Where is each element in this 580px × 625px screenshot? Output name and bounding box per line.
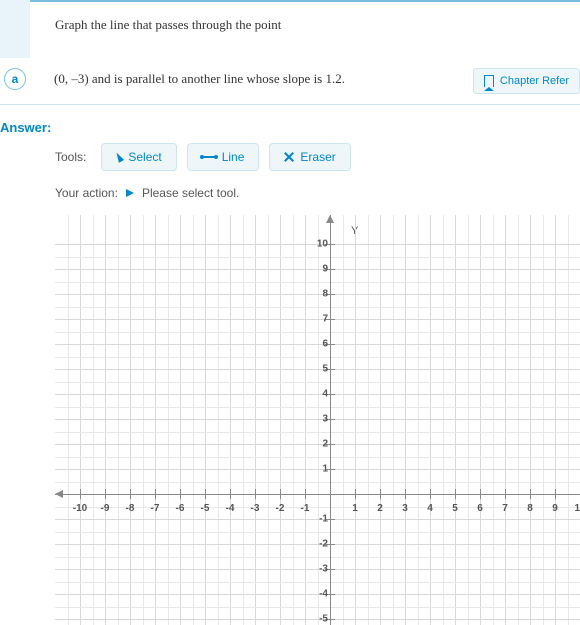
- x-tick-label: -10: [73, 503, 87, 514]
- x-tick-label: -2: [276, 503, 285, 514]
- y-tick-label: 7: [313, 314, 328, 325]
- x-tick-label: 10: [574, 503, 580, 514]
- eraser-tool-button[interactable]: Eraser: [269, 143, 350, 171]
- y-tick-label: -2: [313, 539, 328, 550]
- bookmark-icon: [484, 75, 494, 87]
- line-tool-label: Line: [222, 150, 245, 164]
- action-text: Please select tool.: [142, 186, 239, 200]
- x-tick-label: 8: [527, 503, 533, 514]
- x-tick-label: -8: [126, 503, 135, 514]
- x-tick-label: -6: [176, 503, 185, 514]
- y-tick-label: 6: [313, 339, 328, 350]
- x-tick-label: -5: [201, 503, 210, 514]
- y-tick-label: 5: [313, 364, 328, 375]
- x-tick-label: 7: [502, 503, 508, 514]
- action-row: Your action: Please select tool.: [0, 181, 580, 215]
- chapter-reference-label: Chapter Refer: [500, 75, 569, 87]
- x-tick-label: -4: [226, 503, 235, 514]
- select-tool-label: Select: [128, 150, 161, 164]
- x-tick-label: 5: [452, 503, 458, 514]
- x-tick-label: -9: [101, 503, 110, 514]
- y-tick-label: 1: [313, 464, 328, 475]
- y-tick-label: 9: [313, 264, 328, 275]
- y-tick-label: -4: [313, 589, 328, 600]
- x-tick-label: -3: [251, 503, 260, 514]
- x-tick-label: 1: [352, 503, 358, 514]
- y-tick-label: -3: [313, 564, 328, 575]
- x-tick-label: 9: [552, 503, 558, 514]
- x-tick-label: 3: [402, 503, 408, 514]
- y-tick-label: -5: [313, 614, 328, 625]
- x-tick-label: -1: [301, 503, 310, 514]
- y-tick-label: 8: [313, 289, 328, 300]
- x-tick-label: 6: [477, 503, 483, 514]
- x-tick-label: -7: [151, 503, 160, 514]
- coordinate-grid[interactable]: Y -10-9-8-7-6-5-4-3-2-112345678910-5-4-3…: [55, 215, 580, 625]
- y-tick-label: 3: [313, 414, 328, 425]
- x-icon: [284, 152, 294, 162]
- action-label: Your action:: [55, 186, 118, 200]
- y-tick-label: 10: [313, 239, 328, 250]
- x-tick-label: 2: [377, 503, 383, 514]
- y-tick-label: 4: [313, 389, 328, 400]
- part-text: (0, –3) and is parallel to another line …: [54, 68, 473, 87]
- part-letter: a: [4, 68, 26, 90]
- cursor-icon: [114, 151, 124, 163]
- eraser-tool-label: Eraser: [300, 150, 335, 164]
- tools-label: Tools:: [55, 150, 86, 164]
- problem-instruction: Graph the line that passes through the p…: [30, 2, 580, 58]
- chapter-reference-button[interactable]: Chapter Refer: [473, 68, 580, 94]
- tools-row: Tools: Select Line Eraser: [0, 143, 580, 181]
- y-tick-label: 2: [313, 439, 328, 450]
- line-tool-button[interactable]: Line: [187, 143, 260, 171]
- answer-label: Answer:: [0, 105, 580, 143]
- line-icon: [202, 156, 216, 158]
- y-tick-label: -1: [313, 514, 328, 525]
- arrow-right-icon: [126, 189, 134, 197]
- select-tool-button[interactable]: Select: [101, 143, 176, 171]
- x-tick-label: 4: [427, 503, 433, 514]
